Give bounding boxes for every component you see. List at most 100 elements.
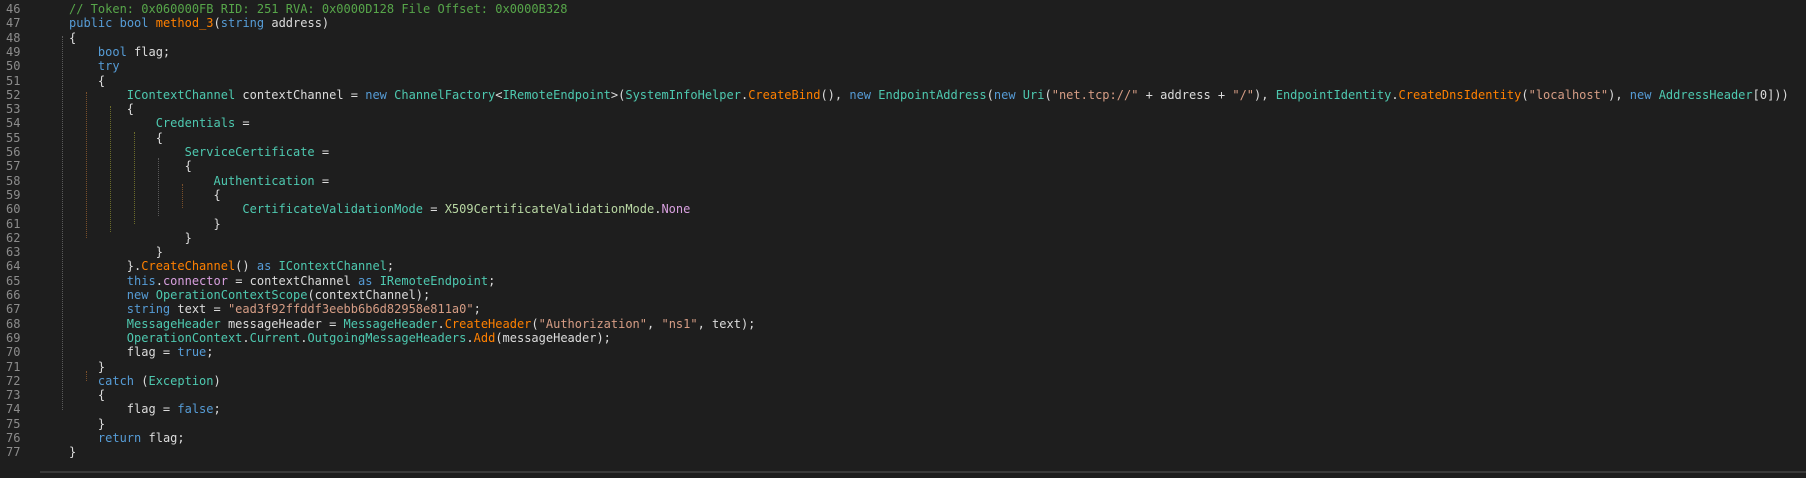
line-number: 70 bbox=[6, 345, 21, 360]
code-token: X509CertificateValidationMode bbox=[444, 202, 655, 217]
code-token: "ns1" bbox=[661, 316, 698, 331]
code-token: ( bbox=[1521, 87, 1529, 102]
line-number: 54 bbox=[6, 116, 21, 131]
code-line[interactable]: MessageHeader messageHeader = MessageHea… bbox=[69, 316, 756, 331]
code-line[interactable]: Credentials = bbox=[69, 116, 250, 130]
code-token: "localhost" bbox=[1528, 87, 1609, 102]
code-token: public bbox=[69, 16, 113, 31]
code-token: + address + bbox=[1138, 87, 1233, 102]
code-token: Exception bbox=[148, 373, 214, 388]
code-line[interactable]: { bbox=[69, 159, 192, 173]
code-line[interactable]: try bbox=[69, 59, 120, 73]
code-line[interactable]: } bbox=[69, 417, 105, 431]
indent-guide bbox=[62, 36, 63, 410]
code-token: ; bbox=[206, 345, 214, 360]
code-token: { bbox=[69, 102, 135, 117]
code-token: } bbox=[69, 245, 163, 260]
code-token: } bbox=[69, 216, 221, 231]
code-token: ) bbox=[213, 373, 221, 388]
code-token: SystemInfoHelper bbox=[625, 87, 741, 102]
code-token: Add bbox=[473, 330, 496, 345]
code-token: . bbox=[466, 330, 474, 345]
code-token: ( bbox=[213, 16, 221, 31]
code-line[interactable]: new OperationContextScope(contextChannel… bbox=[69, 288, 430, 302]
code-token: . bbox=[437, 316, 445, 331]
line-number: 60 bbox=[6, 202, 21, 217]
code-line[interactable]: CertificateValidationMode = X509Certific… bbox=[69, 202, 690, 216]
code-token: , text); bbox=[697, 316, 756, 331]
code-line[interactable]: } bbox=[69, 216, 221, 231]
code-token: ChannelFactory bbox=[394, 87, 496, 102]
code-line[interactable]: } bbox=[69, 445, 76, 459]
code-token: flag = bbox=[69, 345, 178, 360]
code-token: bool bbox=[119, 16, 149, 31]
code-token: ( bbox=[531, 316, 539, 331]
code-line[interactable]: catch (Exception) bbox=[69, 374, 221, 388]
code-line[interactable]: } bbox=[69, 245, 163, 259]
code-line[interactable]: // Token: 0x060000FB RID: 251 RVA: 0x000… bbox=[69, 2, 568, 16]
code-line[interactable]: IContextChannel contextChannel = new Cha… bbox=[69, 88, 1789, 102]
horizontal-scrollbar[interactable] bbox=[40, 471, 1806, 473]
code-line[interactable]: flag = true; bbox=[69, 345, 214, 359]
code-line[interactable]: { bbox=[69, 131, 163, 145]
code-line[interactable]: return flag; bbox=[69, 431, 185, 445]
code-token: IRemoteEndpoint bbox=[379, 273, 489, 288]
code-token: = bbox=[423, 202, 445, 217]
code-line[interactable]: } bbox=[69, 360, 105, 374]
code-line[interactable]: } bbox=[69, 231, 192, 245]
line-number: 76 bbox=[6, 431, 21, 445]
line-number: 58 bbox=[6, 173, 21, 188]
line-number: 69 bbox=[6, 330, 21, 345]
code-token: (contextChannel); bbox=[307, 288, 431, 302]
code-line[interactable]: { bbox=[69, 188, 220, 202]
code-token: Current bbox=[249, 330, 301, 345]
code-token: flag; bbox=[141, 431, 185, 445]
code-token: ; bbox=[473, 302, 481, 317]
code-token: . bbox=[242, 330, 250, 345]
code-area[interactable]: // Token: 0x060000FB RID: 251 RVA: 0x000… bbox=[40, 0, 1806, 478]
line-number: 55 bbox=[6, 130, 21, 145]
code-token: MessageHeader bbox=[343, 316, 438, 331]
line-number: 62 bbox=[6, 230, 21, 245]
code-line[interactable]: }.CreateChannel() as IContextChannel; bbox=[69, 259, 394, 273]
code-line[interactable]: string text = "ead3f92ffddf3eebb6b6d8295… bbox=[69, 302, 481, 316]
code-token: OperationContextScope bbox=[155, 288, 308, 302]
code-token: = bbox=[314, 145, 330, 159]
code-token: text = bbox=[170, 302, 228, 317]
code-line[interactable]: bool flag; bbox=[69, 45, 170, 59]
code-token: EndpointIdentity bbox=[1275, 87, 1392, 102]
line-number: 51 bbox=[6, 73, 21, 88]
code-line[interactable]: { bbox=[69, 388, 105, 402]
line-number: 57 bbox=[6, 159, 21, 174]
code-token: new bbox=[849, 87, 872, 102]
code-line[interactable]: ServiceCertificate = bbox=[69, 145, 330, 159]
code-token: "Authorization" bbox=[538, 316, 648, 331]
code-editor[interactable]: 46 47 48 49 50 51 52 53 54 55 56 57 58 59 60 61 62 63 64 65… bbox=[0, 0, 1806, 478]
code-line[interactable]: this.connector = contextChannel as IRemo… bbox=[69, 273, 496, 288]
code-token: ), bbox=[1254, 87, 1276, 102]
code-token: "/" bbox=[1232, 87, 1255, 102]
line-number: 67 bbox=[6, 302, 21, 317]
code-line[interactable]: Authentication = bbox=[69, 174, 330, 188]
code-token: as bbox=[358, 273, 373, 288]
line-number: 64 bbox=[6, 259, 21, 274]
code-line[interactable]: { bbox=[69, 102, 134, 116]
code-line[interactable]: flag = false; bbox=[69, 402, 221, 416]
code-token: { bbox=[69, 388, 106, 403]
code-token: CertificateValidationMode bbox=[242, 202, 424, 217]
code-token: as bbox=[256, 259, 272, 274]
code-line[interactable]: { bbox=[69, 31, 76, 45]
code-line[interactable]: { bbox=[69, 74, 105, 88]
line-number: 47 bbox=[6, 16, 21, 31]
code-line[interactable]: public bool method_3(string address) bbox=[69, 16, 329, 30]
code-token: catch bbox=[97, 373, 135, 388]
code-line[interactable]: OperationContext.Current.OutgoingMessage… bbox=[69, 331, 611, 345]
code-token: EndpointAddress bbox=[878, 87, 987, 102]
code-token: Uri bbox=[1022, 87, 1045, 102]
